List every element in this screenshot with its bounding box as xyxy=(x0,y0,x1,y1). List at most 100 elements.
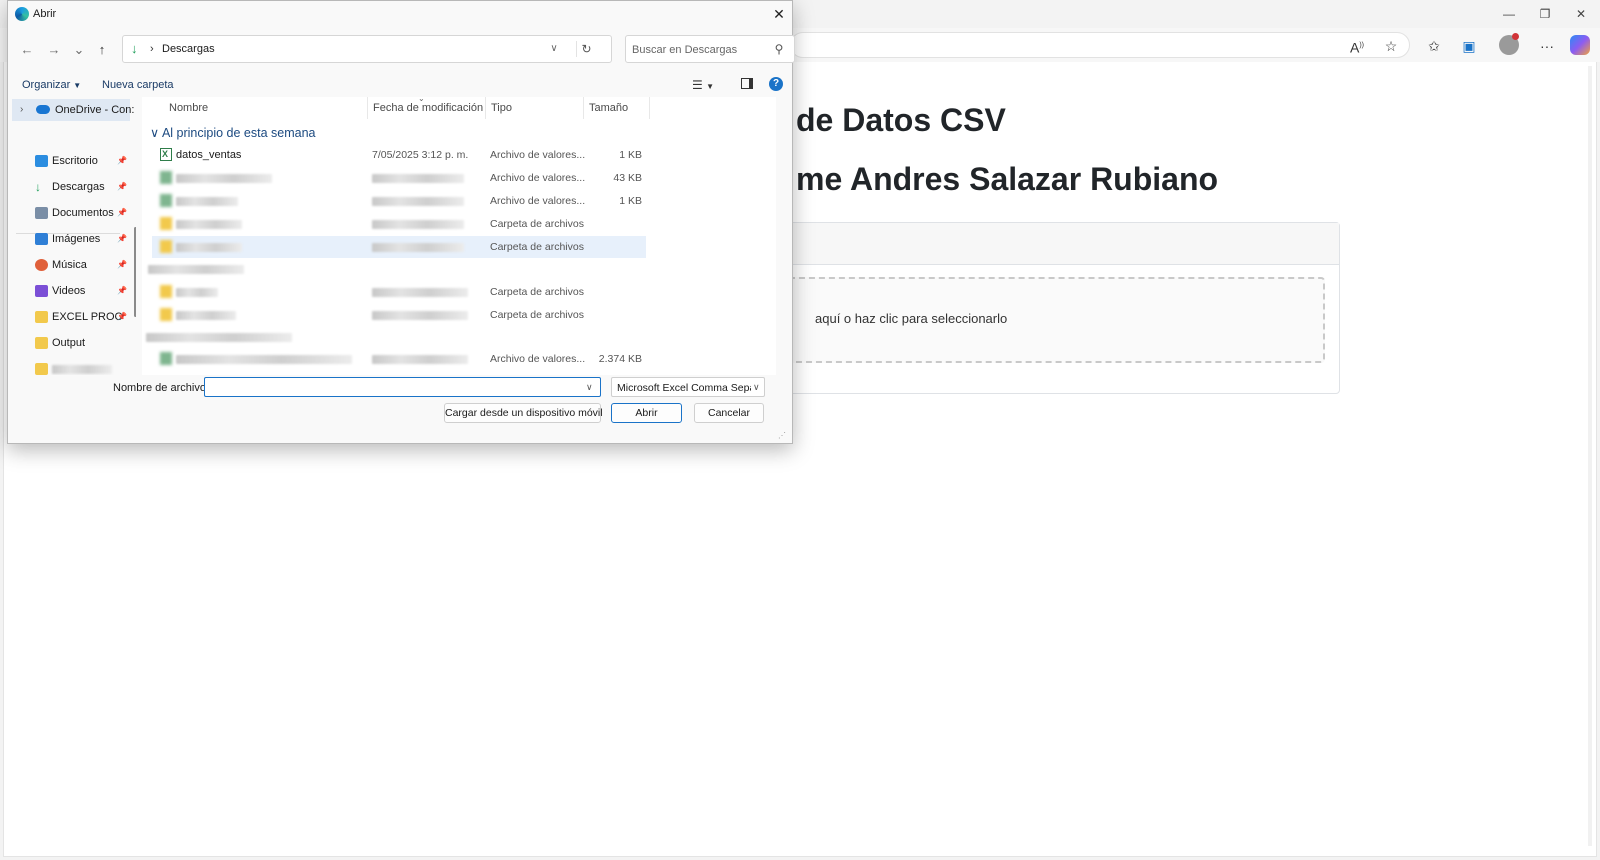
excel-file-icon xyxy=(160,194,172,207)
desktop-icon xyxy=(35,155,48,167)
page-scrollbar[interactable] xyxy=(1588,66,1592,846)
copilot-icon[interactable] xyxy=(1570,35,1590,55)
sidebar-item-excel-proc[interactable]: EXCEL PROC 📌 xyxy=(8,307,132,329)
onedrive-cloud-icon xyxy=(36,105,50,114)
folder-icon xyxy=(160,240,172,253)
up-folder-icon[interactable]: ↑ xyxy=(93,41,111,59)
cancel-button[interactable]: Cancelar xyxy=(694,403,764,423)
excel-file-icon xyxy=(160,171,172,184)
favorite-star-icon[interactable]: ☆ xyxy=(1380,35,1402,57)
sidebar-item-descargas[interactable]: ↓ Descargas 📌 xyxy=(8,177,132,199)
excel-file-icon xyxy=(160,352,172,365)
dialog-close-button[interactable]: ✕ xyxy=(768,4,790,24)
file-list: Nombre ⌄ Fecha de modificación Tipo Tama… xyxy=(142,97,776,375)
column-header-size[interactable]: Tamaño xyxy=(584,97,650,119)
sidebar-item-videos[interactable]: Videos 📌 xyxy=(8,281,132,303)
folder-icon xyxy=(160,285,172,298)
address-bar[interactable] xyxy=(790,32,1410,58)
search-input[interactable] xyxy=(632,42,762,57)
browser-close-button[interactable]: ✕ xyxy=(1566,4,1596,24)
address-path[interactable]: ↓ › Descargas ∨ ↻ xyxy=(122,35,612,63)
collections-icon[interactable]: ▣ xyxy=(1458,35,1480,57)
table-row[interactable]: Archivo de valores... 2.374 KB xyxy=(152,348,646,370)
chevron-down-icon[interactable]: ∨ xyxy=(586,382,593,393)
file-size: 1 KB xyxy=(619,195,642,207)
filename-label: Nombre de archivo: xyxy=(113,382,209,394)
forward-icon[interactable]: → xyxy=(45,41,63,59)
excel-file-icon xyxy=(160,148,172,161)
sidebar-item-partial[interactable] xyxy=(8,359,132,375)
table-row[interactable]: Archivo de valores... 43 KB xyxy=(152,167,646,189)
table-row[interactable] xyxy=(146,326,646,348)
sidebar-item-label: Documentos xyxy=(52,207,114,219)
sidebar-item-label: OneDrive - Con: xyxy=(55,104,135,116)
minimize-button[interactable]: — xyxy=(1494,4,1524,24)
more-options-icon[interactable]: ··· xyxy=(1536,35,1558,57)
caret-down-icon: ▼ xyxy=(73,81,82,90)
sidebar-item-onedrive[interactable]: › OneDrive - Con: xyxy=(12,99,134,121)
column-header-type[interactable]: Tipo xyxy=(486,97,584,119)
upload-card: aquí o haz clic para seleccionarlo xyxy=(760,222,1340,394)
table-row[interactable]: Carpeta de archivos xyxy=(152,281,646,303)
table-row[interactable]: Carpeta de archivos xyxy=(152,213,646,235)
search-box[interactable]: ⚲ xyxy=(625,35,795,63)
nav-scrollbar[interactable] xyxy=(134,227,136,317)
blurred-name xyxy=(176,220,242,229)
dialog-footer: Nombre de archivo: ∨ Microsoft Excel Com… xyxy=(8,375,792,443)
folder-icon xyxy=(35,337,48,349)
read-aloud-icon[interactable]: A)) xyxy=(1346,35,1368,57)
organize-button[interactable]: Organizar ▼ xyxy=(22,79,81,91)
folder-icon xyxy=(160,308,172,321)
navigation-pane: › OneDrive - Con: Escritorio 📌 ↓ Descarg… xyxy=(8,97,136,375)
search-icon[interactable]: ⚲ xyxy=(771,41,787,57)
blurred-date xyxy=(372,243,464,252)
file-type: Carpeta de archivos xyxy=(490,241,584,253)
help-icon[interactable]: ? xyxy=(769,77,783,91)
column-header-date[interactable]: Fecha de modificación xyxy=(368,97,486,119)
table-row[interactable] xyxy=(148,258,646,280)
file-dropzone[interactable]: aquí o haz clic para seleccionarlo xyxy=(775,277,1325,363)
filetype-select[interactable]: Microsoft Excel Comma Separa ∨ xyxy=(611,377,765,397)
sidebar-item-documentos[interactable]: Documentos 📌 xyxy=(8,203,132,225)
file-type: Archivo de valores... xyxy=(490,172,586,184)
table-row[interactable]: datos_ventas 7/05/2025 3:12 p. m. Archiv… xyxy=(152,144,646,166)
sidebar-item-imagenes[interactable]: Imágenes 📌 xyxy=(8,229,132,251)
column-header-name[interactable]: Nombre xyxy=(164,97,368,119)
restore-button[interactable]: ❐ xyxy=(1530,4,1560,24)
blurred-date xyxy=(372,355,468,364)
open-button[interactable]: Abrir xyxy=(611,403,682,423)
edge-app-icon xyxy=(15,7,29,21)
upload-from-mobile-button[interactable]: Cargar desde un dispositivo móvil xyxy=(444,403,603,423)
download-folder-icon: ↓ xyxy=(131,41,138,56)
sidebar-item-label: Escritorio xyxy=(52,155,98,167)
table-row[interactable]: Carpeta de archivos xyxy=(152,304,646,326)
path-current[interactable]: Descargas xyxy=(162,43,215,55)
sidebar-item-output[interactable]: Output xyxy=(8,333,132,355)
resize-grip-icon[interactable]: ⋰ xyxy=(778,431,786,440)
refresh-icon[interactable]: ↻ xyxy=(576,41,592,57)
chevron-down-icon[interactable]: ∨ xyxy=(546,41,562,57)
sidebar-item-musica[interactable]: Música 📌 xyxy=(8,255,132,277)
blurred-date xyxy=(372,288,468,297)
preview-pane-icon[interactable] xyxy=(741,78,753,89)
organize-label: Organizar xyxy=(22,79,71,91)
blurred-label xyxy=(52,365,112,374)
sidebar-item-label: Output xyxy=(52,337,86,349)
filename-input[interactable] xyxy=(204,377,601,397)
file-type: Archivo de valores... xyxy=(490,195,586,207)
blurred-name xyxy=(176,311,236,320)
table-row-selected[interactable]: Carpeta de archivos xyxy=(152,236,646,258)
page-author: me Andres Salazar Rubiano xyxy=(796,161,1219,197)
group-header[interactable]: ∨ Al principio de esta semana xyxy=(150,125,316,140)
dialog-title: Abrir xyxy=(33,8,57,20)
new-folder-button[interactable]: Nueva carpeta xyxy=(102,79,174,91)
blurred-name xyxy=(176,288,218,297)
expand-chevron-icon[interactable]: › xyxy=(20,104,23,115)
recent-locations-icon[interactable]: ⌄ xyxy=(70,41,88,59)
view-options-icon[interactable]: ☰ ▼ xyxy=(692,76,722,94)
back-icon[interactable]: ← xyxy=(18,41,36,59)
pin-icon: 📌 xyxy=(117,182,127,191)
favorites-icon[interactable]: ✩ xyxy=(1423,35,1445,57)
sidebar-item-escritorio[interactable]: Escritorio 📌 xyxy=(8,151,132,173)
table-row[interactable]: Archivo de valores... 1 KB xyxy=(152,190,646,212)
